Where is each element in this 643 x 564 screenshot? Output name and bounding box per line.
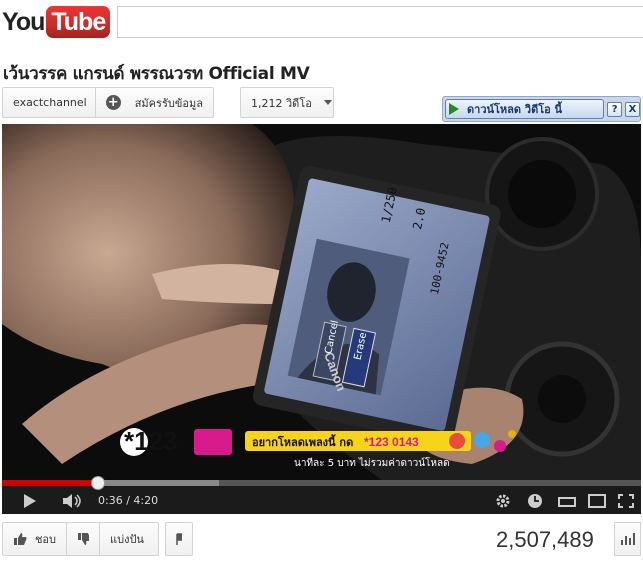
stats-button[interactable]: [614, 522, 641, 556]
help-icon[interactable]: ?: [607, 101, 623, 117]
player-controls: 0:36 / 4:20: [2, 476, 641, 514]
thumbs-up-icon: [14, 533, 27, 545]
logo-tube: Tube: [46, 6, 111, 38]
dislike-button[interactable]: [67, 522, 100, 556]
play-icon: [449, 103, 459, 115]
flag-button[interactable]: [165, 522, 193, 556]
channel-box: exactchannel + สมัครรับข้อมูล: [2, 87, 214, 118]
plus-icon: +: [105, 95, 121, 110]
close-icon[interactable]: X: [625, 101, 640, 117]
subscribe-label: สมัครรับข้อมูล: [134, 96, 203, 110]
clock-icon: [528, 494, 542, 508]
volume-button[interactable]: [56, 488, 90, 514]
stats-bar-icon: [628, 538, 631, 545]
overlay-123-logo: *123: [124, 426, 178, 456]
volume-icon: [63, 494, 81, 508]
stats-bar-icon: [632, 533, 635, 545]
time-current: 0:36: [98, 494, 123, 507]
small-player-button[interactable]: [554, 488, 580, 514]
overlay-cta: อยากโหลดเพลงนี้ กด: [252, 434, 353, 449]
like-button[interactable]: ชอบ: [2, 522, 67, 556]
download-toolbar: ดาวน์โหลด วิดีโอ นี้ ? X: [442, 96, 641, 122]
fullscreen-icon: [618, 494, 634, 508]
thumbs-down-icon: [78, 533, 89, 545]
fullscreen-button[interactable]: [614, 488, 638, 514]
play-icon: [24, 494, 36, 508]
small-player-icon: [558, 497, 576, 507]
subscribe-button[interactable]: + สมัครรับข้อมูล: [96, 88, 213, 117]
settings-button[interactable]: [490, 488, 516, 514]
view-count: 2,507,489: [496, 527, 594, 552]
chevron-down-icon: [323, 100, 332, 105]
stats-bar-icon: [620, 540, 623, 545]
gear-icon: [496, 494, 510, 508]
channel-name-link[interactable]: exactchannel: [3, 88, 96, 117]
time-total: 4:20: [133, 494, 159, 507]
like-label: ชอบ: [34, 533, 56, 546]
channel-videos-button[interactable]: 1,212 วิดีโอ: [240, 87, 334, 118]
progress-played: [2, 480, 98, 486]
channel-videos-label: 1,212 วิดีโอ: [251, 96, 312, 110]
stats-bar-icon: [624, 536, 627, 545]
video-frame[interactable]: 1/250 2.0 100-9452 Cancel Erase Canon *1…: [2, 124, 641, 480]
large-player-icon: [588, 494, 606, 508]
search-input[interactable]: [117, 6, 643, 38]
action-bar: ชอบ แบ่งปัน: [2, 522, 193, 556]
play-button[interactable]: [10, 488, 50, 514]
download-video-button[interactable]: ดาวน์โหลด วิดีโอ นี้: [445, 99, 605, 119]
time-display: 0:36 / 4:20: [98, 494, 159, 507]
overlay-code: *123 0143: [364, 435, 419, 449]
progress-bar[interactable]: [2, 476, 641, 490]
flag-icon: [176, 533, 182, 545]
youtube-logo[interactable]: You Tube: [2, 6, 111, 38]
large-player-button[interactable]: [584, 488, 610, 514]
download-label: ดาวน์โหลด วิดีโอ นี้: [467, 103, 563, 116]
overlay-note: นาทีละ 5 บาท ไม่รวมค่าดาวน์โหลด: [294, 456, 450, 469]
video-title: เว้นวรรค แกรนด์ พรรณวรท Official MV: [3, 64, 310, 84]
logo-you: You: [2, 7, 45, 36]
share-label: แบ่งปัน: [110, 533, 144, 546]
watch-later-button[interactable]: [522, 488, 548, 514]
share-button[interactable]: แบ่งปัน: [100, 522, 159, 556]
